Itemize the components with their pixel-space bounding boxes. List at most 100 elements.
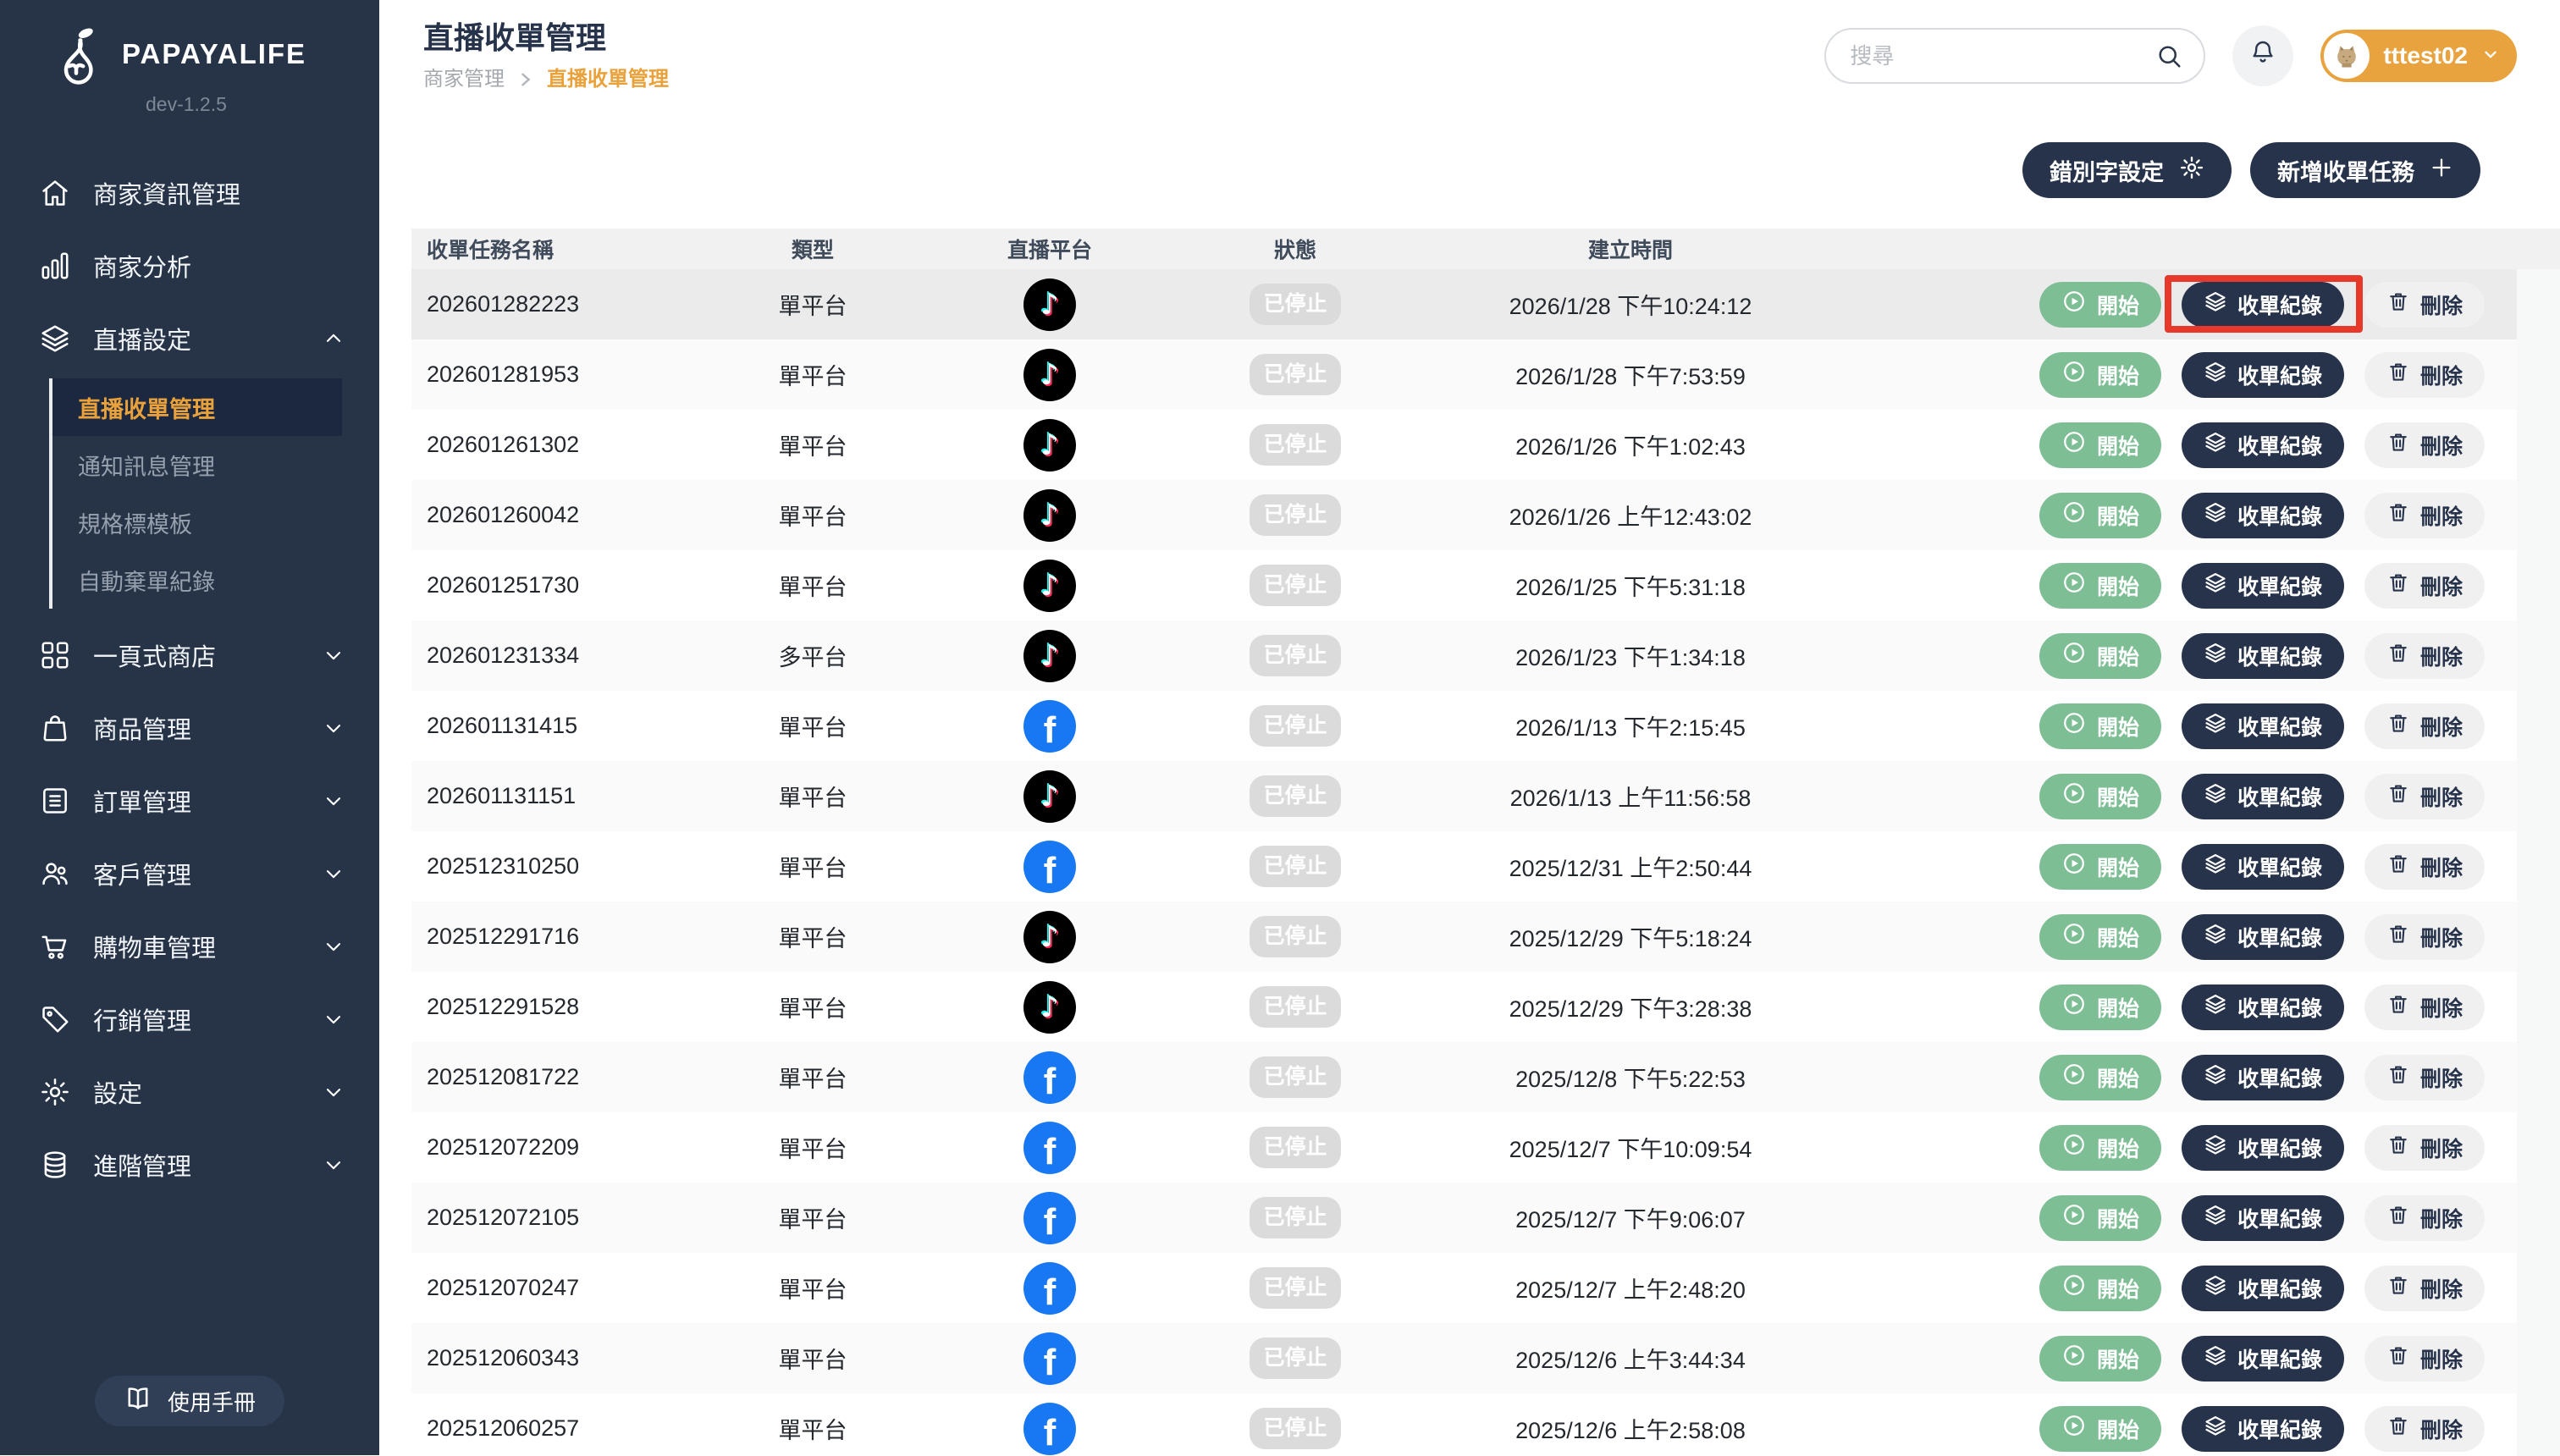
trash-icon — [2386, 1133, 2410, 1162]
cart-icon — [39, 929, 73, 963]
add-task-button[interactable]: 新增收單任務 — [2250, 142, 2480, 198]
start-button[interactable]: 開始 — [2039, 352, 2161, 398]
task-name: 202601131151 — [411, 783, 682, 809]
sidebar-item-one-page-store[interactable]: 一頁式商店 — [0, 619, 379, 692]
status-badge: 已停止 — [1250, 565, 1340, 606]
start-button[interactable]: 開始 — [2039, 774, 2161, 819]
delete-button[interactable]: 刪除 — [2364, 914, 2485, 960]
start-button[interactable]: 開始 — [2039, 1266, 2161, 1311]
sidebar-subitem-live-order-management[interactable]: 直播收單管理 — [52, 378, 342, 436]
sidebar-item-order-management[interactable]: 訂單管理 — [0, 764, 379, 837]
table-row: 202601260042單平台♪已停止2026/1/26 上午12:43:02開… — [411, 480, 2517, 550]
order-records-button[interactable]: 收單紀錄 — [2182, 844, 2344, 890]
sidebar-item-merchant-info[interactable]: 商家資訊管理 — [0, 157, 379, 229]
start-button[interactable]: 開始 — [2039, 1336, 2161, 1382]
sidebar-subitem-spec-label-template[interactable]: 規格標模板 — [52, 494, 342, 551]
task-name: 202512291528 — [411, 994, 682, 1020]
start-button[interactable]: 開始 — [2039, 984, 2161, 1030]
order-records-button[interactable]: 收單紀錄 — [2182, 984, 2344, 1030]
start-button[interactable]: 開始 — [2039, 1055, 2161, 1100]
delete-button[interactable]: 刪除 — [2364, 352, 2485, 398]
tiktok-icon: ♪ — [1023, 911, 1076, 963]
delete-button[interactable]: 刪除 — [2364, 282, 2485, 328]
trash-icon — [2386, 641, 2410, 670]
start-button[interactable]: 開始 — [2039, 422, 2161, 468]
task-name: 202601281953 — [411, 361, 682, 388]
status-badge: 已停止 — [1250, 705, 1340, 747]
delete-button[interactable]: 刪除 — [2364, 1055, 2485, 1100]
sidebar-item-advanced-management[interactable]: 進階管理 — [0, 1128, 379, 1201]
sidebar-subitem-auto-abandon-record[interactable]: 自動棄單紀錄 — [52, 551, 342, 609]
order-records-button[interactable]: 收單紀錄 — [2182, 633, 2344, 679]
order-records-button[interactable]: 收單紀錄 — [2182, 703, 2344, 749]
start-button[interactable]: 開始 — [2039, 844, 2161, 890]
user-menu-button[interactable]: tttest02 — [2320, 30, 2517, 82]
search-box — [1824, 28, 2205, 84]
platform-cell: f — [943, 700, 1156, 753]
delete-button[interactable]: 刪除 — [2364, 984, 2485, 1030]
start-button[interactable]: 開始 — [2039, 1406, 2161, 1452]
order-records-button[interactable]: 收單紀錄 — [2182, 1266, 2344, 1311]
search-icon[interactable] — [2154, 41, 2185, 79]
order-records-button[interactable]: 收單紀錄 — [2182, 1336, 2344, 1382]
start-button[interactable]: 開始 — [2039, 1125, 2161, 1171]
row-actions: 開始收單紀錄刪除 — [1827, 563, 2517, 609]
sidebar-item-label: 商家資訊管理 — [93, 175, 240, 211]
play-circle-icon — [2061, 640, 2087, 671]
sidebar-item-product-management[interactable]: 商品管理 — [0, 692, 379, 764]
sidebar-nav: 商家資訊管理商家分析直播設定直播收單管理通知訊息管理規格標模板自動棄單紀錄一頁式… — [0, 157, 379, 1201]
order-records-button[interactable]: 收單紀錄 — [2182, 422, 2344, 468]
start-button[interactable]: 開始 — [2039, 563, 2161, 609]
order-records-button[interactable]: 收單紀錄 — [2182, 1055, 2344, 1100]
status-cell: 已停止 — [1156, 494, 1434, 536]
order-records-button[interactable]: 收單紀錄 — [2182, 1195, 2344, 1241]
start-button[interactable]: 開始 — [2039, 633, 2161, 679]
typo-settings-button[interactable]: 錯別字設定 — [2022, 142, 2232, 198]
order-records-button[interactable]: 收單紀錄 — [2182, 352, 2344, 398]
sidebar-item-merchant-analytics[interactable]: 商家分析 — [0, 229, 379, 302]
table-row: 202512072105單平台f已停止2025/12/7 下午9:06:07開始… — [411, 1183, 2517, 1253]
start-button[interactable]: 開始 — [2039, 493, 2161, 538]
sidebar-item-settings[interactable]: 設定 — [0, 1056, 379, 1128]
layers-icon — [2204, 1414, 2227, 1443]
delete-button[interactable]: 刪除 — [2364, 1406, 2485, 1452]
breadcrumb-root[interactable]: 商家管理 — [423, 62, 505, 91]
row-actions: 開始收單紀錄刪除 — [1827, 844, 2517, 890]
start-button[interactable]: 開始 — [2039, 282, 2161, 328]
start-button[interactable]: 開始 — [2039, 914, 2161, 960]
order-records-button[interactable]: 收單紀錄 — [2182, 1406, 2344, 1452]
table-row: 202601231334多平台♪已停止2026/1/23 下午1:34:18開始… — [411, 620, 2517, 691]
order-records-button[interactable]: 收單紀錄 — [2182, 914, 2344, 960]
order-records-button[interactable]: 收單紀錄 — [2182, 1125, 2344, 1171]
search-input[interactable] — [1826, 30, 2204, 82]
delete-button[interactable]: 刪除 — [2364, 844, 2485, 890]
sidebar-item-live-settings[interactable]: 直播設定 — [0, 302, 379, 375]
delete-button[interactable]: 刪除 — [2364, 633, 2485, 679]
order-records-button[interactable]: 收單紀錄 — [2182, 563, 2344, 609]
delete-button[interactable]: 刪除 — [2364, 1195, 2485, 1241]
sidebar-subitem-notification-management[interactable]: 通知訊息管理 — [52, 436, 342, 494]
sidebar-item-cart-management[interactable]: 購物車管理 — [0, 910, 379, 983]
row-actions: 開始收單紀錄刪除 — [1827, 1406, 2517, 1452]
delete-button[interactable]: 刪除 — [2364, 1336, 2485, 1382]
delete-button[interactable]: 刪除 — [2364, 703, 2485, 749]
delete-button[interactable]: 刪除 — [2364, 1125, 2485, 1171]
sidebar-item-marketing-management[interactable]: 行銷管理 — [0, 983, 379, 1056]
task-type: 單平台 — [682, 1271, 943, 1304]
delete-button[interactable]: 刪除 — [2364, 774, 2485, 819]
home-icon — [39, 176, 73, 210]
col-header-status: 狀態 — [1156, 234, 1434, 264]
order-records-button[interactable]: 收單紀錄 — [2182, 493, 2344, 538]
sidebar-item-label: 直播設定 — [93, 321, 191, 356]
delete-button[interactable]: 刪除 — [2364, 563, 2485, 609]
sidebar-item-customer-management[interactable]: 客戶管理 — [0, 837, 379, 910]
delete-button[interactable]: 刪除 — [2364, 422, 2485, 468]
order-records-button[interactable]: 收單紀錄 — [2182, 282, 2344, 328]
user-manual-button[interactable]: 使用手冊 — [95, 1376, 284, 1426]
delete-button[interactable]: 刪除 — [2364, 1266, 2485, 1311]
order-records-button[interactable]: 收單紀錄 — [2182, 774, 2344, 819]
start-button[interactable]: 開始 — [2039, 1195, 2161, 1241]
notifications-button[interactable] — [2232, 25, 2293, 86]
start-button[interactable]: 開始 — [2039, 703, 2161, 749]
delete-button[interactable]: 刪除 — [2364, 493, 2485, 538]
